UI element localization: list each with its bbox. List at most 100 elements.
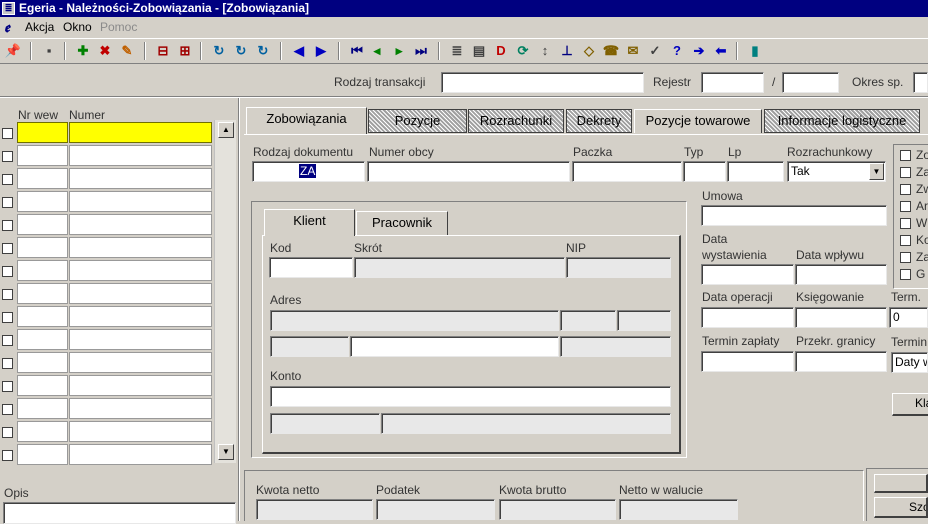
subtab-klient[interactable]: Klient bbox=[264, 209, 355, 236]
delete-icon[interactable]: ✖ bbox=[96, 42, 114, 60]
row-numer-cell[interactable] bbox=[69, 352, 212, 373]
row-checkbox[interactable] bbox=[2, 427, 13, 438]
row-nrwew-cell[interactable] bbox=[17, 214, 68, 235]
row-checkbox[interactable] bbox=[2, 197, 13, 208]
row-nrwew-cell[interactable] bbox=[17, 398, 68, 419]
row-numer-cell[interactable] bbox=[69, 444, 212, 465]
row-nrwew-cell[interactable] bbox=[17, 444, 68, 465]
row-numer-cell[interactable] bbox=[69, 398, 212, 419]
help-icon[interactable]: ? bbox=[668, 42, 686, 60]
tab-pozycje-towarowe[interactable]: Pozycje towarowe bbox=[634, 109, 762, 133]
option-checkbox[interactable] bbox=[900, 269, 911, 280]
row-numer-cell[interactable] bbox=[69, 283, 212, 304]
numer-obcy-field[interactable] bbox=[367, 161, 570, 182]
back-icon[interactable]: ⬅ bbox=[712, 42, 730, 60]
row-nrwew-cell[interactable] bbox=[17, 122, 68, 143]
action-button-1[interactable] bbox=[874, 474, 928, 493]
row-checkbox[interactable] bbox=[2, 381, 13, 392]
list-scrollbar[interactable]: ▲ ▼ bbox=[214, 120, 236, 463]
data-wystawienia-field[interactable] bbox=[701, 264, 794, 285]
row-nrwew-cell[interactable] bbox=[17, 168, 68, 189]
clear-icon[interactable]: ◇ bbox=[580, 42, 598, 60]
menu-okno[interactable]: Okno bbox=[63, 20, 92, 34]
menu-akcja[interactable]: Akcja bbox=[25, 20, 54, 34]
row-numer-cell[interactable] bbox=[69, 375, 212, 396]
save-icon[interactable]: ▪ bbox=[40, 42, 58, 60]
query-icon[interactable]: ↻ bbox=[210, 42, 228, 60]
row-nrwew-cell[interactable] bbox=[17, 145, 68, 166]
option-checkbox[interactable] bbox=[900, 252, 911, 263]
option-checkbox[interactable] bbox=[900, 235, 911, 246]
tab-zobowiazania[interactable]: Zobowiązania bbox=[246, 107, 367, 134]
rozrachunkowy-select[interactable]: Tak ▼ bbox=[787, 161, 886, 182]
arrow-right-icon[interactable]: ▶ bbox=[312, 42, 330, 60]
tab-pozycje[interactable]: Pozycje bbox=[368, 109, 467, 133]
data-wplywu-field[interactable] bbox=[795, 264, 887, 285]
last-record-icon[interactable]: ⏭ bbox=[412, 42, 430, 60]
row-checkbox[interactable] bbox=[2, 450, 13, 461]
row-numer-cell[interactable] bbox=[69, 168, 212, 189]
row-nrwew-cell[interactable] bbox=[17, 283, 68, 304]
rejestr2-field[interactable] bbox=[782, 72, 839, 93]
row-nrwew-cell[interactable] bbox=[17, 421, 68, 442]
option-checkbox[interactable] bbox=[900, 184, 911, 195]
term-field[interactable]: 0 bbox=[889, 307, 928, 328]
row-checkbox[interactable] bbox=[2, 266, 13, 277]
termin-zaplaty-field[interactable] bbox=[701, 351, 794, 372]
row-numer-cell[interactable] bbox=[69, 260, 212, 281]
konto-field[interactable] bbox=[270, 386, 671, 407]
ksiegowanie-field[interactable] bbox=[795, 307, 887, 328]
lp-field[interactable] bbox=[727, 161, 784, 182]
row-nrwew-cell[interactable] bbox=[17, 306, 68, 327]
row-checkbox[interactable] bbox=[2, 404, 13, 415]
kod-field[interactable] bbox=[269, 257, 353, 278]
typ-field[interactable] bbox=[683, 161, 726, 182]
row-numer-cell[interactable] bbox=[69, 122, 212, 143]
forward-icon[interactable]: ➔ bbox=[690, 42, 708, 60]
option-checkbox[interactable] bbox=[900, 150, 911, 161]
row-checkbox[interactable] bbox=[2, 358, 13, 369]
tab-dekrety[interactable]: Dekrety bbox=[566, 109, 632, 133]
row-nrwew-cell[interactable] bbox=[17, 237, 68, 258]
merge-icon[interactable]: ⊞ bbox=[176, 42, 194, 60]
data-operacji-field[interactable] bbox=[701, 307, 794, 328]
add-icon[interactable]: ✚ bbox=[74, 42, 92, 60]
query-help-icon[interactable]: ↻ bbox=[254, 42, 272, 60]
tab-informacje-logistyczne[interactable]: Informacje logistyczne bbox=[764, 109, 920, 133]
row-checkbox[interactable] bbox=[2, 312, 13, 323]
row-numer-cell[interactable] bbox=[69, 191, 212, 212]
row-checkbox[interactable] bbox=[2, 335, 13, 346]
kla-button[interactable]: Kla bbox=[892, 393, 928, 416]
row-checkbox[interactable] bbox=[2, 151, 13, 162]
rodzaj-transakcji-field[interactable] bbox=[441, 72, 644, 93]
row-nrwew-cell[interactable] bbox=[17, 375, 68, 396]
subtab-pracownik[interactable]: Pracownik bbox=[356, 211, 448, 235]
option-checkbox[interactable] bbox=[900, 218, 911, 229]
termin2-select[interactable]: Daty w bbox=[891, 352, 928, 373]
rejestr-field[interactable] bbox=[701, 72, 764, 93]
phone-icon[interactable]: ☎ bbox=[602, 42, 620, 60]
scroll-down-icon[interactable]: ▼ bbox=[218, 444, 234, 460]
pdf-icon[interactable]: D bbox=[492, 42, 510, 60]
prev-record-icon[interactable]: ◂ bbox=[368, 42, 386, 60]
exit-door-icon[interactable]: ▮ bbox=[746, 42, 764, 60]
wizard-icon[interactable]: ✓ bbox=[646, 42, 664, 60]
row-numer-cell[interactable] bbox=[69, 306, 212, 327]
adres-city-field[interactable] bbox=[350, 336, 559, 357]
umowa-field[interactable] bbox=[701, 205, 887, 226]
print-icon[interactable]: ▤ bbox=[470, 42, 488, 60]
pin-icon[interactable]: 📌 bbox=[4, 42, 22, 60]
row-numer-cell[interactable] bbox=[69, 237, 212, 258]
chevron-down-icon[interactable]: ▼ bbox=[869, 163, 884, 180]
row-numer-cell[interactable] bbox=[69, 329, 212, 350]
row-checkbox[interactable] bbox=[2, 128, 13, 139]
option-checkbox[interactable] bbox=[900, 201, 911, 212]
przekr-granicy-field[interactable] bbox=[795, 351, 887, 372]
row-nrwew-cell[interactable] bbox=[17, 260, 68, 281]
row-numer-cell[interactable] bbox=[69, 214, 212, 235]
email-icon[interactable]: ✉ bbox=[624, 42, 642, 60]
arrow-left-icon[interactable]: ◀ bbox=[290, 42, 308, 60]
paczka-field[interactable] bbox=[572, 161, 682, 182]
row-checkbox[interactable] bbox=[2, 174, 13, 185]
tree-icon[interactable]: ⊥ bbox=[558, 42, 576, 60]
